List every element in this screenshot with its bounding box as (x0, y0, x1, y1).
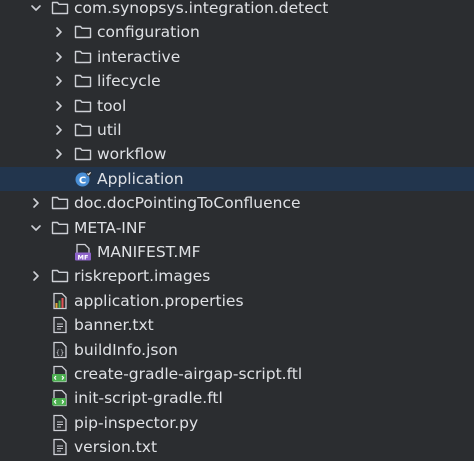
tree-item[interactable]: version.txt (0, 435, 474, 459)
tree-item-label: MANIFEST.MF (97, 243, 201, 261)
tree-item-label: Application (97, 169, 184, 188)
tree-item[interactable]: init-script-gradle.ftl (0, 386, 474, 410)
tree-item-label: pip-inspector.py (74, 413, 199, 432)
tree-item[interactable]: MF MANIFEST.MF (0, 240, 474, 264)
chevron-right-icon[interactable] (52, 118, 66, 142)
folder-icon (51, 0, 69, 17)
tree-item[interactable]: doc.docPointingToConfluence (0, 191, 474, 215)
tree-item-label: application.properties (74, 291, 244, 310)
project-tree: com.synopsys.integration.detect configura… (0, 0, 474, 461)
tree-item[interactable]: com.synopsys.integration.detect (0, 0, 474, 20)
chevron-down-icon[interactable] (29, 216, 43, 240)
tree-item-label: tool (97, 96, 127, 115)
folder-icon (51, 219, 69, 237)
tree-item-label: buildInfo.json (74, 340, 178, 359)
tree-item[interactable]: workflow (0, 142, 474, 166)
text-file-icon (51, 414, 69, 432)
tree-item[interactable]: tool (0, 94, 474, 118)
template-file-icon (51, 365, 69, 383)
chevron-right-icon[interactable] (29, 191, 43, 215)
chevron-right-icon[interactable] (52, 20, 66, 44)
svg-text:MF: MF (78, 253, 89, 261)
tree-item[interactable]: C Application (0, 166, 474, 192)
folder-icon (51, 194, 69, 212)
chevron-right-icon[interactable] (52, 142, 66, 166)
tree-item[interactable]: lifecycle (0, 69, 474, 93)
json-file-icon: {} (51, 341, 69, 359)
tree-item-label: META-INF (74, 218, 147, 237)
tree-item[interactable]: banner.txt (0, 313, 474, 337)
chevron-down-icon[interactable] (29, 0, 43, 20)
text-file-icon (51, 316, 69, 334)
tree-item[interactable]: interactive (0, 45, 474, 69)
manifest-file-icon: MF (74, 243, 92, 261)
java-class-icon: C (74, 170, 92, 188)
folder-icon (74, 48, 92, 66)
chevron-right-icon[interactable] (52, 94, 66, 118)
tree-item[interactable]: pip-inspector.py (0, 411, 474, 435)
text-file-icon (51, 438, 69, 456)
chevron-right-icon[interactable] (52, 45, 66, 69)
tree-item-label: lifecycle (97, 72, 161, 91)
chevron-right-icon[interactable] (29, 264, 43, 288)
tree-item[interactable]: riskreport.images (0, 264, 474, 288)
tree-item-label: configuration (97, 23, 200, 42)
tree-item-label: com.synopsys.integration.detect (74, 0, 329, 17)
tree-item[interactable]: META-INF (0, 216, 474, 240)
svg-text:{}: {} (56, 349, 64, 357)
tree-item-label: version.txt (74, 438, 158, 457)
template-file-icon (51, 389, 69, 407)
tree-item-label: banner.txt (74, 316, 154, 335)
folder-icon (74, 97, 92, 115)
folder-icon (74, 145, 92, 163)
tree-item-label: create-gradle-airgap-script.ftl (74, 365, 303, 383)
tree-item[interactable]: application.properties (0, 289, 474, 313)
tree-item-label: init-script-gradle.ftl (74, 389, 223, 408)
folder-icon (51, 267, 69, 285)
tree-item[interactable]: {} buildInfo.json (0, 338, 474, 362)
tree-item-label: util (97, 121, 122, 139)
tree-item-label: riskreport.images (74, 267, 211, 286)
folder-icon (74, 121, 92, 139)
tree-item-label: workflow (97, 145, 167, 164)
chevron-right-icon[interactable] (52, 69, 66, 93)
tree-item[interactable]: util (0, 118, 474, 142)
tree-item[interactable]: create-gradle-airgap-script.ftl (0, 362, 474, 386)
folder-icon (74, 23, 92, 41)
tree-item-label: doc.docPointingToConfluence (74, 194, 301, 213)
tree-item-label: interactive (97, 47, 181, 66)
folder-icon (74, 72, 92, 90)
properties-file-icon (51, 292, 69, 310)
tree-item[interactable]: configuration (0, 20, 474, 44)
svg-text:C: C (79, 175, 86, 186)
